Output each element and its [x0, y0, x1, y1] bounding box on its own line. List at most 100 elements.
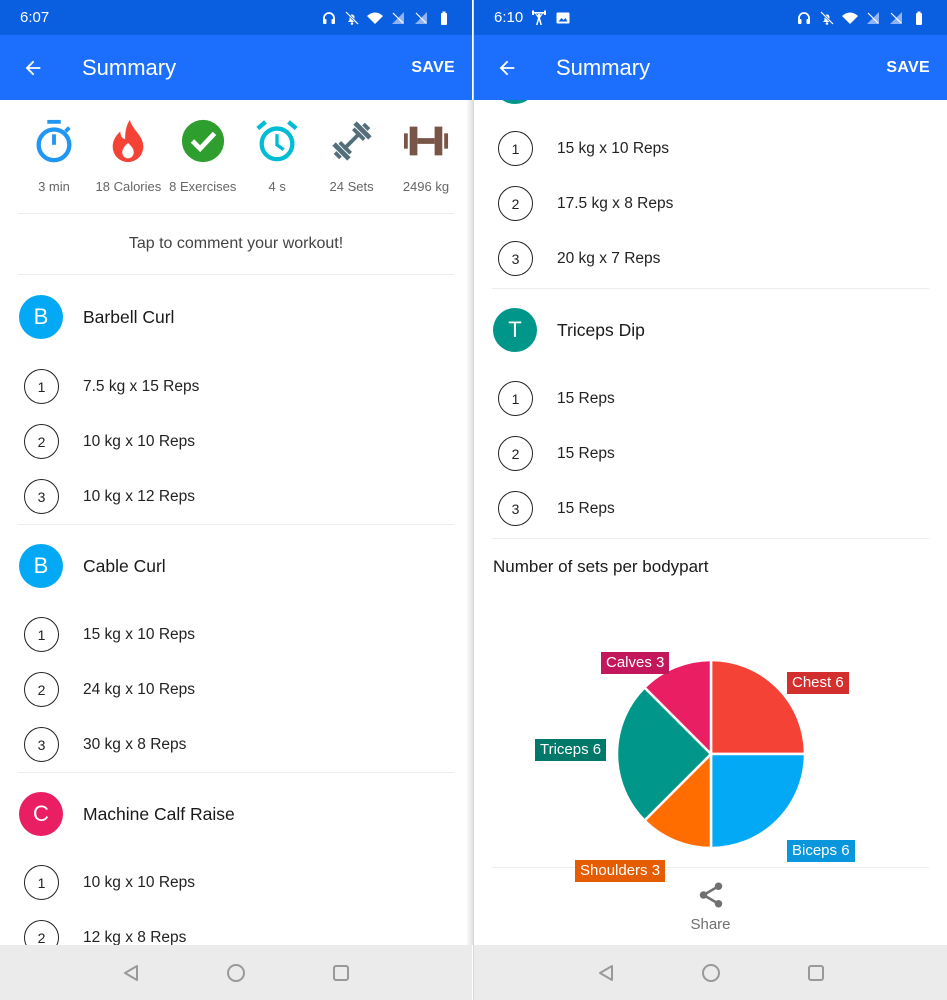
signal-off-icon	[867, 11, 879, 24]
set-row: 2 17.5 kg x 8 Reps	[474, 176, 947, 231]
headset-icon	[323, 11, 335, 24]
back-button[interactable]	[492, 53, 522, 83]
set-row: 1 15 Reps	[474, 371, 947, 426]
stat-exercises: 8 Exercises	[169, 118, 237, 213]
screen-left: 6:07 Summary SAVE 3 min 18 Calories 8 Ex…	[0, 0, 472, 1000]
bell-off-icon	[345, 10, 359, 25]
battery-icon	[441, 11, 447, 25]
chart-title: Number of sets per bodypart	[493, 557, 709, 576]
nav-home-button[interactable]	[696, 958, 726, 988]
avatar: B	[19, 544, 63, 588]
set-detail: 15 Reps	[557, 444, 615, 462]
share-icon	[699, 882, 722, 908]
signal-off-icon	[392, 11, 404, 24]
exercise-header[interactable]: B Barbell Curl	[0, 275, 472, 359]
pie-chart: Chest 6 Biceps 6 Shoulders 3 Triceps 6 Calve…	[474, 589, 947, 882]
exercise-header[interactable]: C Machine Calf Raise	[0, 773, 472, 855]
share-label: Share	[690, 916, 731, 933]
set-detail: 15 kg x 10 Reps	[557, 139, 670, 157]
signal-off-icon	[890, 11, 902, 24]
exercise-card: C Machine Calf Raise 1 10 kg x 10 Reps 2 1…	[0, 773, 472, 945]
set-row: 2 10 kg x 10 Reps	[0, 414, 472, 469]
recents-nav-icon	[333, 964, 349, 981]
set-row: 2 24 kg x 10 Reps	[0, 662, 472, 717]
stat-label: 3 min	[38, 179, 70, 194]
weightlifter-icon	[532, 10, 547, 25]
image-icon	[556, 12, 570, 23]
screen-divider	[466, 100, 473, 945]
set-detail: 20 kg x 7 Reps	[557, 249, 661, 267]
set-number: 3	[498, 241, 533, 276]
nav-home-button[interactable]	[221, 958, 251, 988]
screen-right: 6:10 Summary SAVE 1 15 kg x 10 Reps 2 17.5…	[473, 0, 947, 1000]
set-detail: 10 kg x 10 Reps	[83, 873, 196, 891]
set-number: 1	[24, 617, 59, 652]
summary-content[interactable]: 1 15 kg x 10 Reps 2 17.5 kg x 8 Reps 3 20 k…	[474, 100, 947, 945]
set-row: 3 15 Reps	[474, 481, 947, 536]
set-detail: 17.5 kg x 8 Reps	[557, 194, 674, 212]
save-button[interactable]: SAVE	[886, 59, 930, 77]
nav-recents-button[interactable]	[801, 958, 831, 988]
exercise-card-partial: 1 15 kg x 10 Reps 2 17.5 kg x 8 Reps 3 20 k…	[474, 121, 947, 286]
set-detail: 12 kg x 8 Reps	[83, 928, 187, 946]
summary-content[interactable]: 3 min 18 Calories 8 Exercises 4 s 24 Set…	[0, 100, 472, 945]
page-title: Summary	[82, 54, 177, 80]
nav-back-button[interactable]	[591, 958, 621, 988]
set-number: 2	[24, 920, 59, 945]
stat-rest: 4 s	[243, 118, 311, 213]
set-row: 3 30 kg x 8 Reps	[0, 717, 472, 772]
dumbbell-icon	[331, 121, 372, 161]
set-row: 1 10 kg x 10 Reps	[0, 855, 472, 910]
set-number: 2	[24, 424, 59, 459]
exercise-card: B Barbell Curl 1 7.5 kg x 15 Reps 2 10 kg …	[0, 275, 472, 524]
nav-back-button[interactable]	[116, 958, 146, 988]
share-button[interactable]: Share	[474, 868, 947, 933]
exercise-card: T Triceps Dip 1 15 Reps 2 15 Reps 3 15 Reps	[474, 289, 947, 536]
set-row: 2 15 Reps	[474, 426, 947, 481]
app-bar: Summary SAVE	[0, 35, 472, 100]
exercise-header[interactable]: B Cable Curl	[0, 525, 472, 607]
battery-icon	[916, 11, 922, 25]
exercise-name: Triceps Dip	[557, 319, 645, 340]
weight-plates-icon	[403, 126, 448, 156]
arrow-back-icon	[499, 60, 515, 75]
set-detail: 15 Reps	[557, 499, 615, 517]
set-detail: 7.5 kg x 15 Reps	[83, 377, 200, 395]
status-bar: 6:10	[474, 0, 947, 35]
wifi-icon	[367, 12, 383, 24]
stat-duration: 3 min	[20, 118, 88, 213]
app-bar: Summary SAVE	[474, 35, 947, 100]
stat-sets: 24 Sets	[318, 118, 386, 213]
set-number: 2	[498, 436, 533, 471]
home-nav-icon	[701, 963, 720, 982]
wifi-icon	[842, 12, 858, 24]
set-number: 3	[498, 491, 533, 526]
pie-label-chest: Chest 6	[787, 672, 849, 694]
set-number: 2	[24, 672, 59, 707]
pie-label-calves: Calves 3	[601, 652, 670, 674]
home-nav-icon	[227, 963, 245, 982]
exercise-name: Cable Curl	[83, 555, 166, 576]
set-number: 1	[24, 369, 59, 404]
exercise-header[interactable]: T Triceps Dip	[474, 289, 947, 371]
save-button[interactable]: SAVE	[411, 59, 455, 77]
set-detail: 10 kg x 10 Reps	[83, 432, 196, 450]
back-button[interactable]	[18, 53, 48, 83]
status-time: 6:10	[494, 9, 524, 26]
bell-off-icon	[820, 10, 834, 25]
avatar: B	[19, 295, 63, 339]
status-time: 6:07	[20, 9, 50, 26]
nav-recents-button[interactable]	[326, 958, 356, 988]
set-number: 2	[498, 186, 533, 221]
set-detail: 10 kg x 12 Reps	[83, 487, 196, 505]
set-row: 2 12 kg x 8 Reps	[0, 910, 472, 945]
back-nav-icon	[598, 964, 613, 981]
comment-workout-button[interactable]: Tap to comment your workout!	[0, 214, 472, 274]
status-bar: 6:07	[0, 0, 472, 35]
stat-label: 4 s	[268, 179, 286, 194]
set-number: 3	[24, 727, 59, 762]
set-row: 1 7.5 kg x 15 Reps	[0, 359, 472, 414]
flame-icon	[113, 119, 144, 163]
avatar: C	[19, 792, 63, 836]
set-detail: 30 kg x 8 Reps	[83, 735, 187, 753]
